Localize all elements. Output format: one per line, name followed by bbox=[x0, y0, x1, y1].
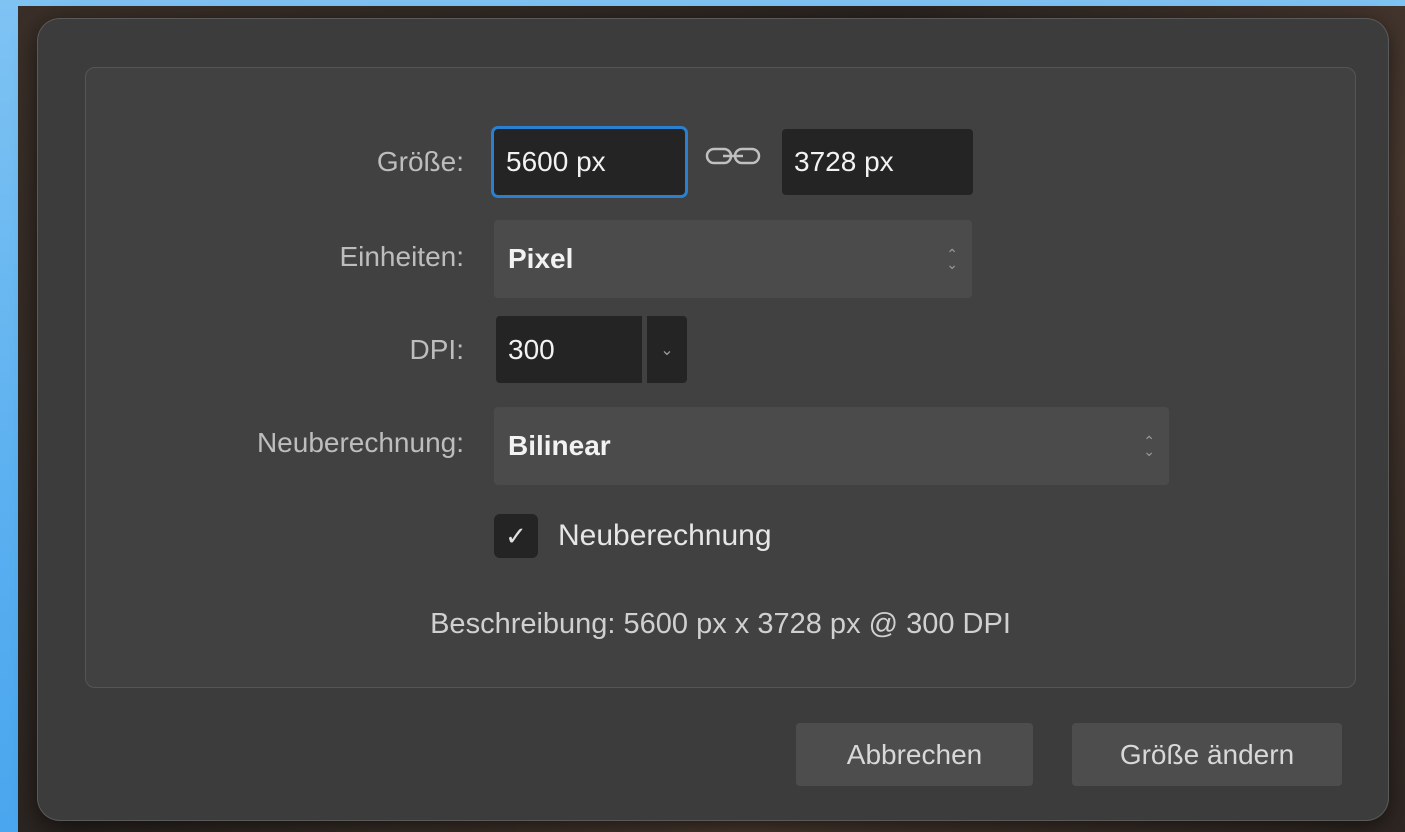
resize-document-dialog: Größe: 5600 px 3728 px Einheiten: Pixel … bbox=[38, 19, 1388, 820]
checkmark-icon: ✓ bbox=[505, 520, 527, 551]
width-input[interactable]: 5600 px bbox=[491, 126, 688, 198]
units-select[interactable]: Pixel ⌃ ⌄ bbox=[494, 220, 972, 298]
dpi-input[interactable]: 300 bbox=[496, 316, 642, 383]
dpi-label: DPI: bbox=[409, 334, 464, 365]
link-icon[interactable] bbox=[703, 138, 763, 174]
chevron-down-icon: ⌄ bbox=[660, 341, 674, 359]
resample-checkbox[interactable]: ✓ bbox=[494, 514, 538, 558]
resample-select[interactable]: Bilinear ⌃ ⌄ bbox=[494, 407, 1169, 485]
dpi-dropdown-button[interactable]: ⌄ bbox=[647, 316, 687, 383]
units-label: Einheiten: bbox=[339, 241, 464, 272]
cancel-button[interactable]: Abbrechen bbox=[796, 723, 1033, 786]
resample-value: Bilinear bbox=[508, 430, 611, 461]
chevron-updown-icon: ⌃ ⌄ bbox=[946, 246, 958, 272]
size-label: Größe: bbox=[376, 146, 464, 177]
units-value: Pixel bbox=[508, 243, 574, 274]
settings-panel: Größe: 5600 px 3728 px Einheiten: Pixel … bbox=[85, 67, 1356, 688]
height-input[interactable]: 3728 px bbox=[782, 129, 973, 195]
resample-label: Neuberechnung: bbox=[256, 427, 464, 458]
description-text: Beschreibung: 5600 px x 3728 px @ 300 DP… bbox=[430, 608, 1011, 640]
resize-button[interactable]: Größe ändern bbox=[1072, 723, 1342, 786]
chevron-updown-icon: ⌃ ⌄ bbox=[1143, 433, 1155, 459]
resample-checkbox-label[interactable]: Neuberechnung bbox=[558, 519, 772, 553]
